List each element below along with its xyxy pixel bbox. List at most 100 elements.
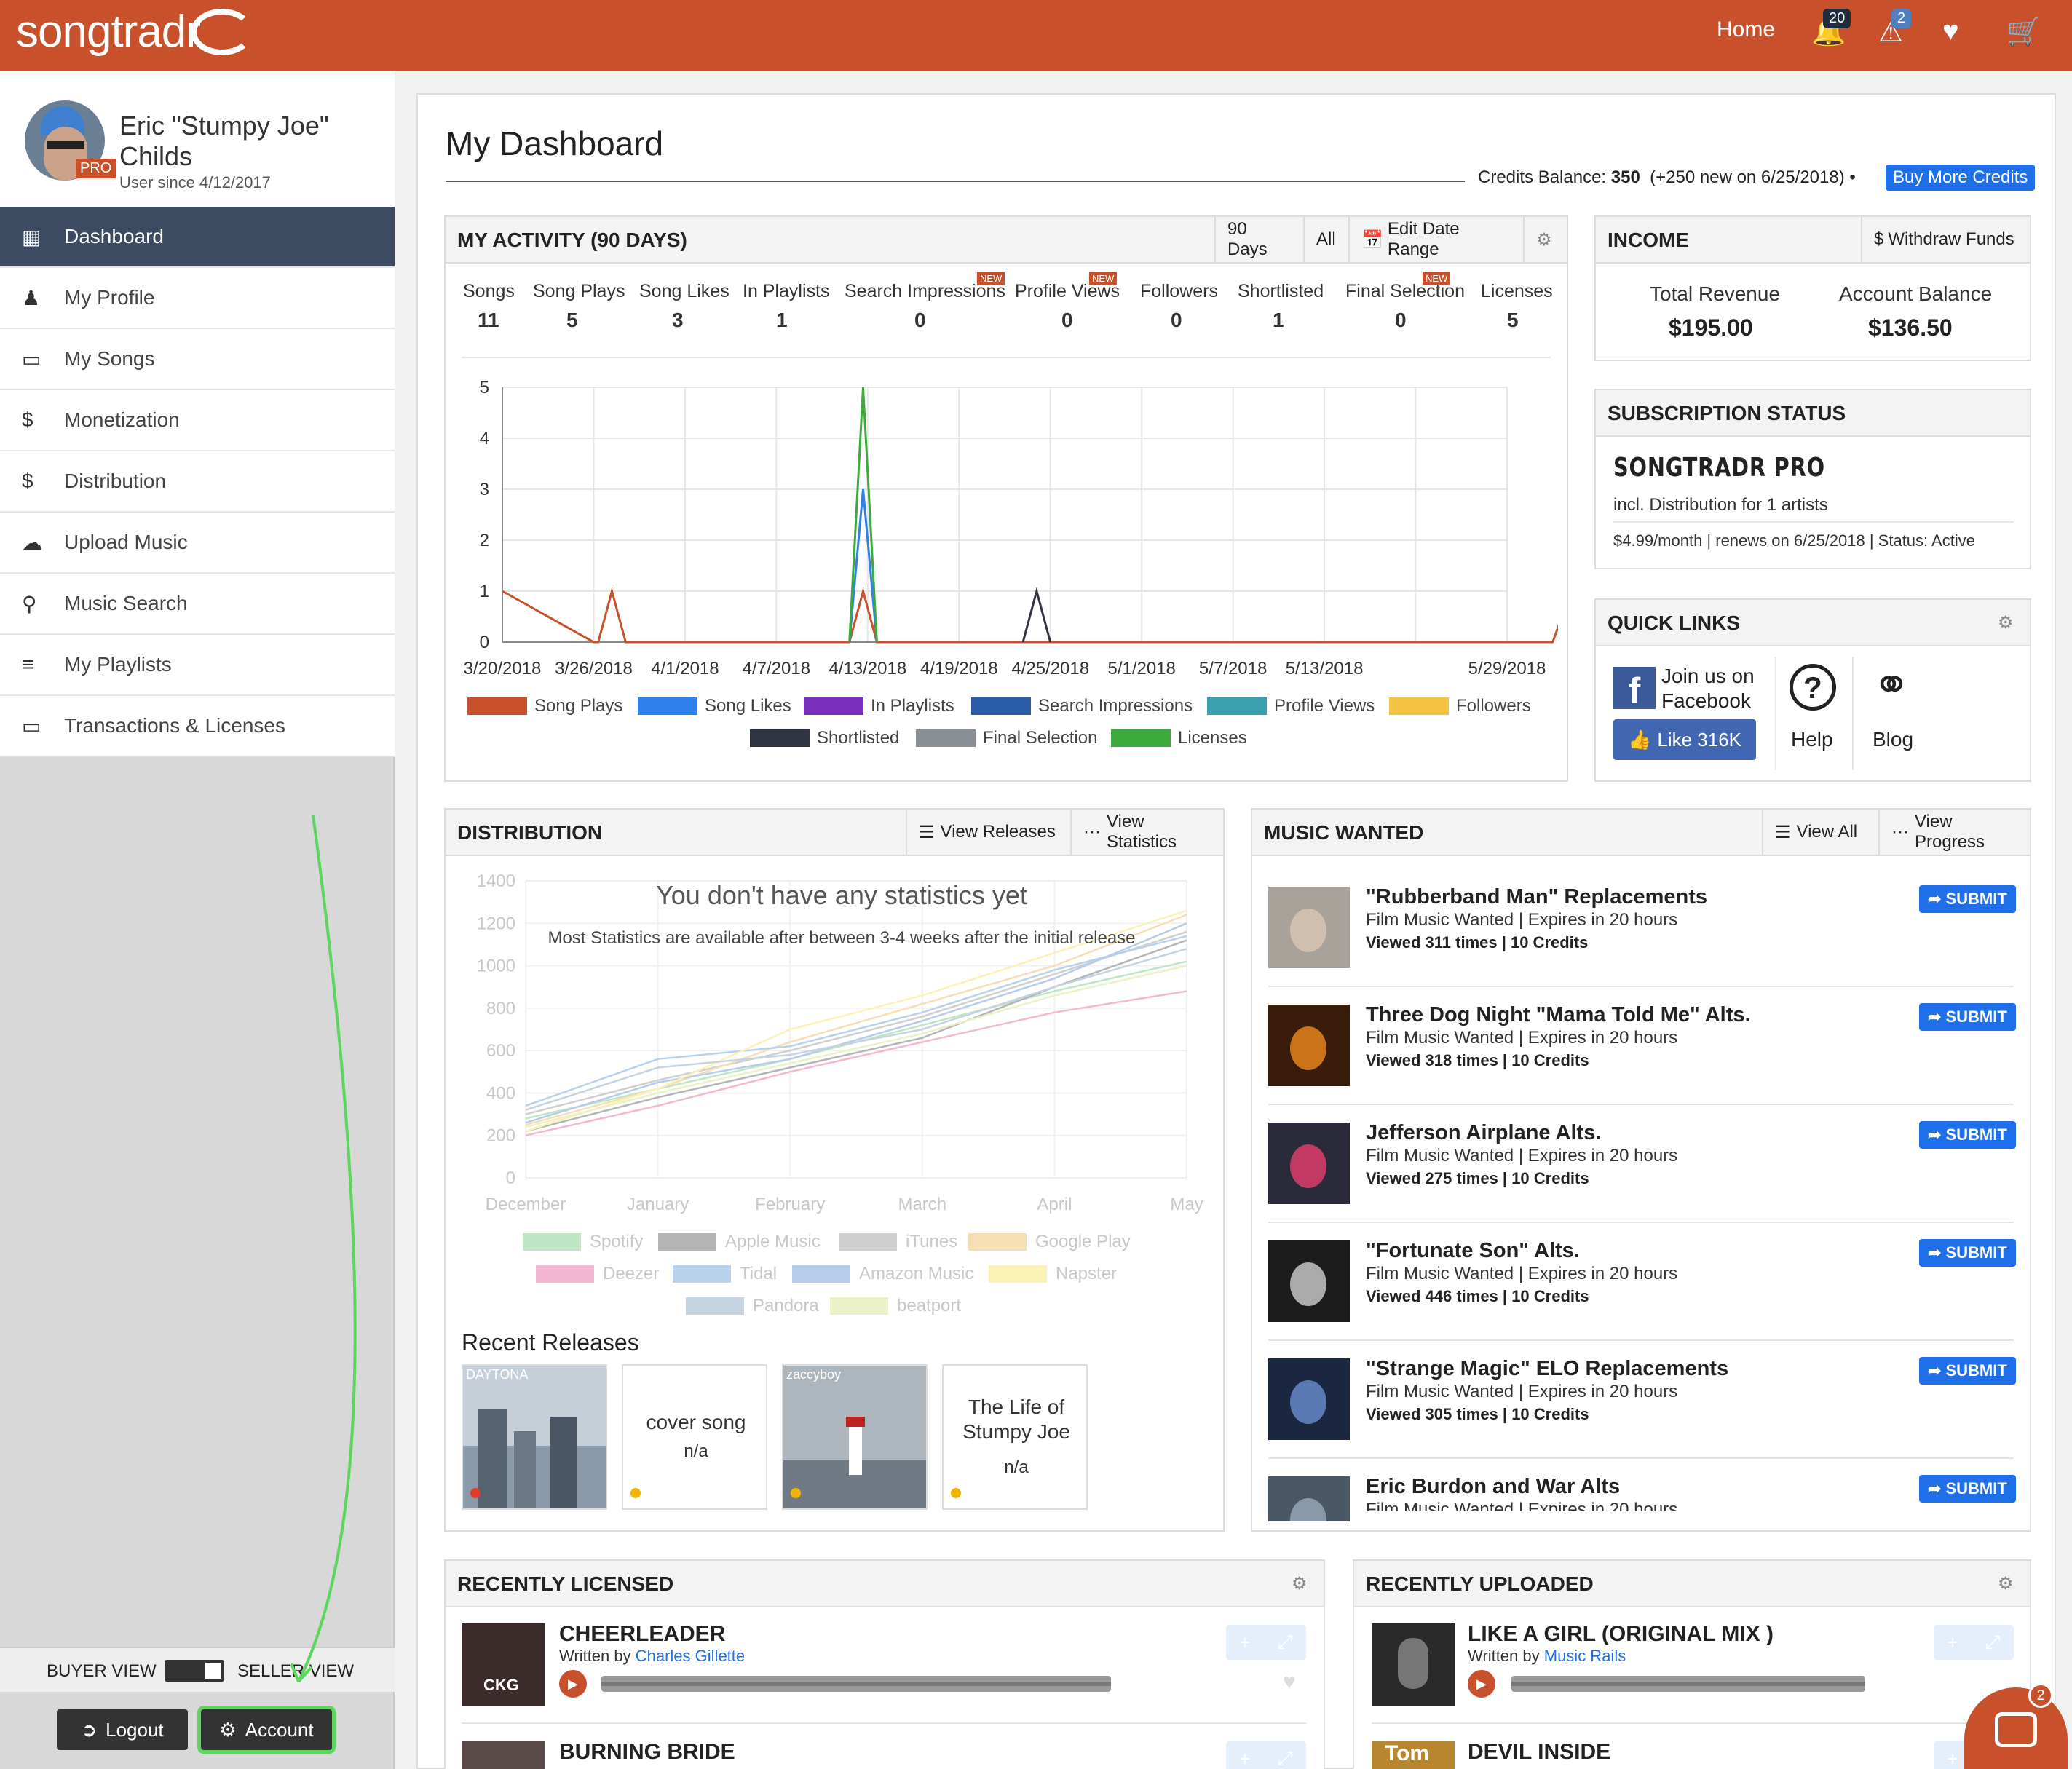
songtradr-logo[interactable]: songtradr <box>16 6 201 58</box>
legend-label[interactable]: Pandora <box>753 1296 819 1316</box>
legend-swatch[interactable] <box>804 697 863 715</box>
wanted-title[interactable]: "Rubberband Man" Replacements <box>1366 885 1707 909</box>
legend-swatch[interactable] <box>673 1265 731 1283</box>
help-link[interactable]: Help <box>1791 728 1833 751</box>
wanted-thumbnail[interactable] <box>1268 1123 1350 1204</box>
waveform[interactable] <box>601 1673 1111 1695</box>
settings-gears-icon[interactable]: ⚙ <box>1986 600 2031 645</box>
submit-button[interactable]: ➦ SUBMIT <box>1919 1003 2016 1031</box>
heart-icon[interactable]: ♥ <box>1283 1670 1296 1695</box>
track-actions[interactable]: +⤢ <box>1934 1625 2014 1660</box>
blog-link[interactable]: Blog <box>1873 728 1913 751</box>
sidebar-item-my-songs[interactable]: ▭ My Songs <box>0 329 395 390</box>
wanted-thumbnail[interactable] <box>1268 1358 1350 1440</box>
sidebar-item-monetization[interactable]: $ Monetization <box>0 390 395 451</box>
expand-icon[interactable]: ⤢ <box>1278 1631 1293 1654</box>
legend-swatch[interactable] <box>971 697 1031 715</box>
settings-gears-icon[interactable]: ⚙ <box>1523 217 1568 262</box>
track-actions[interactable]: +⤢ <box>1226 1741 1306 1769</box>
wanted-thumbnail[interactable] <box>1268 1240 1350 1322</box>
legend-swatch[interactable] <box>968 1233 1027 1251</box>
writer-link[interactable]: Charles Gillette <box>636 1647 745 1665</box>
view-progress-button[interactable]: ··· View Progress <box>1878 810 2030 855</box>
legend-label[interactable]: Amazon Music <box>859 1264 973 1284</box>
legend-swatch[interactable] <box>750 729 810 747</box>
legend-label[interactable]: Tidal <box>740 1264 777 1284</box>
wanted-title[interactable]: Jefferson Airplane Alts. <box>1366 1121 1601 1145</box>
legend-swatch[interactable] <box>658 1233 716 1251</box>
expand-icon[interactable]: ⤢ <box>1278 1747 1293 1769</box>
settings-gears-icon[interactable]: ⚙ <box>1280 1561 1325 1606</box>
legend-swatch[interactable] <box>1111 729 1171 747</box>
plus-icon[interactable]: + <box>1240 1748 1251 1769</box>
track-actions[interactable]: +⤢ <box>1226 1625 1306 1660</box>
account-button[interactable]: ⚙ Account <box>201 1709 332 1750</box>
legend-swatch[interactable] <box>839 1233 897 1251</box>
sidebar-item-upload-music[interactable]: ☁ Upload Music <box>0 513 395 574</box>
legend-label[interactable]: Shortlisted <box>817 728 899 748</box>
legend-swatch[interactable] <box>536 1265 594 1283</box>
sidebar-item-my-playlists[interactable]: ≡ My Playlists <box>0 635 395 696</box>
wanted-thumbnail[interactable] <box>1268 1476 1350 1521</box>
legend-label[interactable]: beatport <box>897 1296 961 1316</box>
release-card[interactable]: The Life of Stumpy Joe n/a <box>942 1364 1088 1510</box>
legend-label[interactable]: In Playlists <box>871 696 954 716</box>
facebook-icon[interactable]: f <box>1613 667 1656 711</box>
submit-button[interactable]: ➦ SUBMIT <box>1919 1475 2016 1503</box>
play-icon[interactable]: ▶ <box>1468 1670 1495 1698</box>
track-thumb[interactable]: Tom <box>1372 1741 1455 1769</box>
logout-button[interactable]: ➲ Logout <box>57 1709 188 1750</box>
view-toggle-knob[interactable] <box>205 1663 221 1679</box>
legend-swatch[interactable] <box>1389 697 1449 715</box>
submit-button[interactable]: ➦ SUBMIT <box>1919 1357 2016 1385</box>
release-card[interactable]: cover song n/a <box>622 1364 767 1510</box>
track-thumb[interactable] <box>462 1741 545 1769</box>
legend-swatch[interactable] <box>989 1265 1047 1283</box>
track-title[interactable]: CHEERLEADER <box>559 1622 725 1647</box>
wanted-title[interactable]: "Strange Magic" ELO Replacements <box>1366 1357 1728 1381</box>
legend-label[interactable]: Napster <box>1056 1264 1117 1284</box>
cart-icon[interactable]: 🛒 <box>2006 16 2041 48</box>
legend-label[interactable]: Followers <box>1456 696 1531 716</box>
plus-icon[interactable]: + <box>1948 1748 1958 1769</box>
legend-swatch[interactable] <box>1207 697 1267 715</box>
waveform[interactable] <box>1511 1673 1865 1695</box>
sidebar-item-dashboard[interactable]: ▦ Dashboard <box>0 207 395 268</box>
sidebar-item-distribution[interactable]: $ Distribution <box>0 451 395 513</box>
plus-icon[interactable]: + <box>1240 1631 1251 1654</box>
legend-label[interactable]: Final Selection <box>983 728 1097 748</box>
wanted-thumbnail[interactable] <box>1268 1005 1350 1086</box>
heart-icon[interactable]: ♥ <box>1942 16 1959 47</box>
sidebar-item-transactions[interactable]: ▭ Transactions & Licenses <box>0 696 395 757</box>
track-title[interactable]: LIKE A GIRL (ORIGINAL MIX ) <box>1468 1622 1774 1647</box>
track-title[interactable]: BURNING BRIDE <box>559 1740 735 1765</box>
wanted-title[interactable]: Three Dog Night "Mama Told Me" Alts. <box>1366 1003 1751 1027</box>
settings-gears-icon[interactable]: ⚙ <box>1986 1561 2031 1606</box>
legend-label[interactable]: Song Plays <box>534 696 622 716</box>
legend-label[interactable]: Search Impressions <box>1038 696 1193 716</box>
withdraw-funds-button[interactable]: $ Withdraw Funds <box>1861 217 2031 262</box>
home-link[interactable]: Home <box>1717 17 1775 42</box>
play-icon[interactable]: ▶ <box>559 1670 587 1698</box>
buy-credits-button[interactable]: Buy More Credits <box>1886 165 2036 191</box>
sidebar-item-music-search[interactable]: ⚲ Music Search <box>0 574 395 635</box>
legend-label[interactable]: Google Play <box>1035 1232 1131 1252</box>
track-thumb[interactable] <box>1372 1623 1455 1706</box>
help-icon[interactable]: ? <box>1790 664 1836 711</box>
legend-label[interactable]: Deezer <box>603 1264 659 1284</box>
submit-button[interactable]: ➦ SUBMIT <box>1919 1121 2016 1149</box>
view-statistics-button[interactable]: ··· View Statistics <box>1070 810 1225 855</box>
legend-swatch[interactable] <box>830 1297 888 1315</box>
wanted-title[interactable]: "Fortunate Son" Alts. <box>1366 1239 1580 1263</box>
legend-swatch[interactable] <box>686 1297 744 1315</box>
track-thumb[interactable]: CKG <box>462 1623 545 1706</box>
legend-label[interactable]: Apple Music <box>725 1232 821 1252</box>
release-card[interactable]: zaccyboy <box>782 1364 928 1510</box>
track-title[interactable]: DEVIL INSIDE <box>1468 1740 1610 1765</box>
legend-swatch[interactable] <box>467 697 527 715</box>
submit-button[interactable]: ➦ SUBMIT <box>1919 885 2016 913</box>
legend-label[interactable]: Song Likes <box>705 696 791 716</box>
legend-label[interactable]: Licenses <box>1178 728 1247 748</box>
writer-link[interactable]: Music Rails <box>1544 1647 1626 1665</box>
90-days-button[interactable]: 90 Days <box>1214 217 1303 262</box>
